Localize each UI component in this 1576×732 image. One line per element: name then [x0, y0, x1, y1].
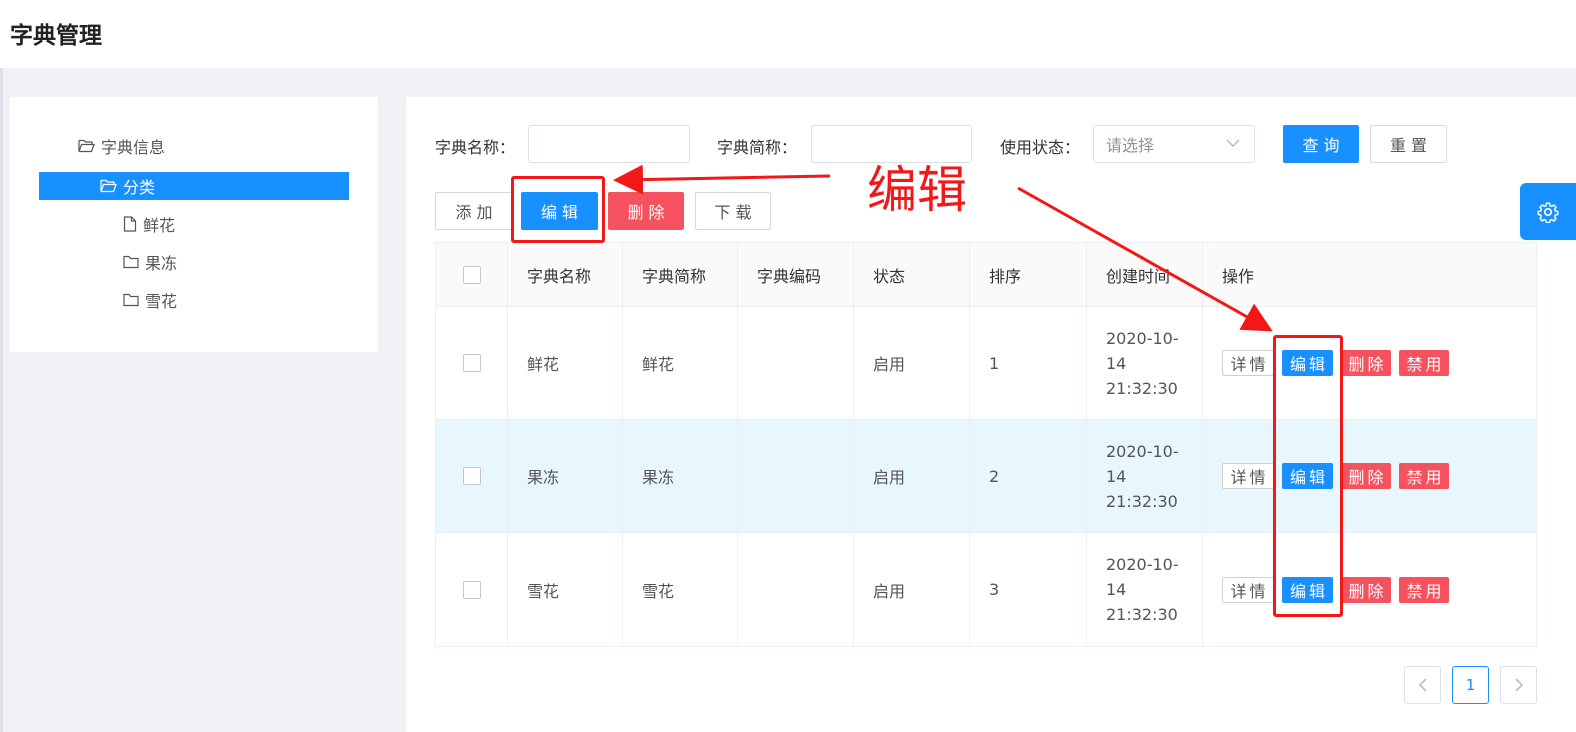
query-button[interactable]: 查询: [1283, 125, 1359, 163]
cell-actions: 详情 编辑 删除 禁用: [1203, 307, 1536, 419]
column-header[interactable]: 字典名称: [508, 243, 623, 306]
tree-node-label: 字典信息: [101, 138, 166, 157]
cell-code: [738, 307, 854, 419]
cell-order: 1: [970, 307, 1087, 419]
row-checkbox-cell: [436, 533, 508, 646]
tree-node-child[interactable]: 果冻: [123, 248, 177, 276]
row-edit-button[interactable]: 编辑: [1282, 350, 1333, 376]
row-detail-button[interactable]: 详情: [1222, 350, 1274, 376]
cell-order: 2: [970, 420, 1087, 532]
row-disable-button[interactable]: 禁用: [1399, 463, 1449, 489]
dictionary-tree-panel: 字典信息 分类 鲜花 果冻 雪花: [10, 97, 378, 352]
chevron-down-icon: [1226, 139, 1240, 147]
left-edge-divider: [0, 68, 3, 732]
page-title: 字典管理: [10, 23, 102, 49]
cell-short-name: 鲜花: [623, 307, 738, 419]
cell-name: 果冻: [508, 420, 623, 532]
cell-created-time: 2020-10- 14 21:32:30: [1087, 420, 1203, 532]
page-header: 字典管理: [0, 0, 1576, 68]
file-icon: [123, 216, 137, 232]
edit-button[interactable]: 编辑: [521, 192, 598, 230]
status-label: 使用状态：: [1000, 138, 1081, 157]
column-header[interactable]: 排序: [970, 243, 1087, 306]
cell-status: 启用: [854, 533, 970, 646]
table-row[interactable]: 鲜花 鲜花 启用 1 2020-10- 14 21:32:30 详情 编辑 删除…: [436, 307, 1536, 420]
pagination-prev-button[interactable]: [1404, 666, 1441, 704]
cell-name: 鲜花: [508, 307, 623, 419]
cell-code: [738, 533, 854, 646]
row-checkbox[interactable]: [462, 467, 481, 485]
tree-node-child[interactable]: 雪花: [123, 286, 177, 314]
tree-node-root[interactable]: 字典信息: [78, 132, 165, 160]
row-checkbox[interactable]: [462, 354, 481, 372]
row-checkbox-cell: [436, 420, 508, 532]
column-header[interactable]: 状态: [854, 243, 970, 306]
cell-order: 3: [970, 533, 1087, 646]
row-detail-button[interactable]: 详情: [1222, 463, 1274, 489]
row-edit-button[interactable]: 编辑: [1282, 576, 1333, 603]
tree-node-label: 鲜花: [143, 216, 176, 235]
cell-actions: 详情 编辑 删除 禁用: [1203, 420, 1536, 532]
pagination-next-button[interactable]: [1500, 666, 1537, 704]
select-all-checkbox[interactable]: [462, 265, 481, 284]
cell-created-time: 2020-10- 14 21:32:30: [1087, 307, 1203, 419]
reset-button[interactable]: 重置: [1370, 125, 1447, 163]
table-header: 字典名称 字典简称 字典编码 状态 排序 创建时间 操作: [436, 243, 1536, 307]
cell-name: 雪花: [508, 533, 623, 646]
cell-short-name: 雪花: [623, 533, 738, 646]
column-header[interactable]: 字典简称: [623, 243, 738, 306]
settings-button[interactable]: [1520, 183, 1576, 240]
cell-code: [738, 420, 854, 532]
tree-node-child[interactable]: 鲜花: [123, 210, 175, 238]
tree-node-label: 雪花: [145, 292, 178, 311]
row-delete-button[interactable]: 删除: [1341, 463, 1391, 489]
row-edit-button[interactable]: 编辑: [1282, 463, 1333, 489]
cell-status: 启用: [854, 420, 970, 532]
tree-node-selected[interactable]: 分类: [39, 172, 349, 200]
cell-actions: 详情 编辑 删除 禁用: [1203, 533, 1536, 646]
pagination-page-button[interactable]: 1: [1452, 666, 1489, 704]
gear-icon: [1537, 202, 1559, 223]
download-button[interactable]: 下载: [695, 192, 771, 230]
short-name-label: 字典简称：: [717, 138, 798, 157]
column-header: 操作: [1222, 266, 1255, 286]
row-detail-button[interactable]: 详情: [1222, 576, 1274, 603]
table-row[interactable]: 雪花 雪花 启用 3 2020-10- 14 21:32:30 详情 编辑 删除…: [436, 533, 1536, 646]
cell-created-time: 2020-10- 14 21:32:30: [1087, 533, 1203, 646]
status-select-placeholder: 请选择: [1106, 136, 1155, 155]
name-label: 字典名称：: [435, 138, 516, 157]
row-checkbox[interactable]: [462, 580, 481, 599]
chevron-right-icon: [1515, 678, 1523, 692]
header-checkbox-cell: [436, 243, 508, 306]
column-header[interactable]: 字典编码: [738, 243, 854, 306]
main-panel: 字典名称： 字典简称： 使用状态： 请选择 查询 重置 添加 编辑 删除 下载 …: [406, 97, 1576, 732]
folder-icon: [123, 255, 139, 269]
folder-icon: [123, 293, 139, 307]
folder-open-icon: [78, 139, 95, 153]
column-header[interactable]: 创建时间: [1087, 243, 1203, 306]
table-row[interactable]: 果冻 果冻 启用 2 2020-10- 14 21:32:30 详情 编辑 删除…: [436, 420, 1536, 533]
chevron-left-icon: [1418, 678, 1426, 692]
row-checkbox-cell: [436, 307, 508, 419]
row-disable-button[interactable]: 禁用: [1399, 350, 1449, 376]
add-button[interactable]: 添加: [435, 192, 513, 230]
cell-short-name: 果冻: [623, 420, 738, 532]
folder-open-icon: [100, 179, 117, 193]
delete-button[interactable]: 删除: [608, 192, 684, 230]
status-select[interactable]: 请选择: [1093, 125, 1255, 163]
tree-node-label: 果冻: [145, 254, 178, 273]
row-disable-button[interactable]: 禁用: [1399, 576, 1449, 603]
tree-node-label: 分类: [123, 178, 156, 197]
name-input[interactable]: [528, 125, 690, 163]
dictionary-table: 字典名称 字典简称 字典编码 状态 排序 创建时间 操作 鲜花 鲜花 启用 1 …: [435, 242, 1537, 647]
row-delete-button[interactable]: 删除: [1341, 576, 1391, 603]
row-delete-button[interactable]: 删除: [1341, 350, 1391, 376]
cell-status: 启用: [854, 307, 970, 419]
short-name-input[interactable]: [811, 125, 972, 163]
